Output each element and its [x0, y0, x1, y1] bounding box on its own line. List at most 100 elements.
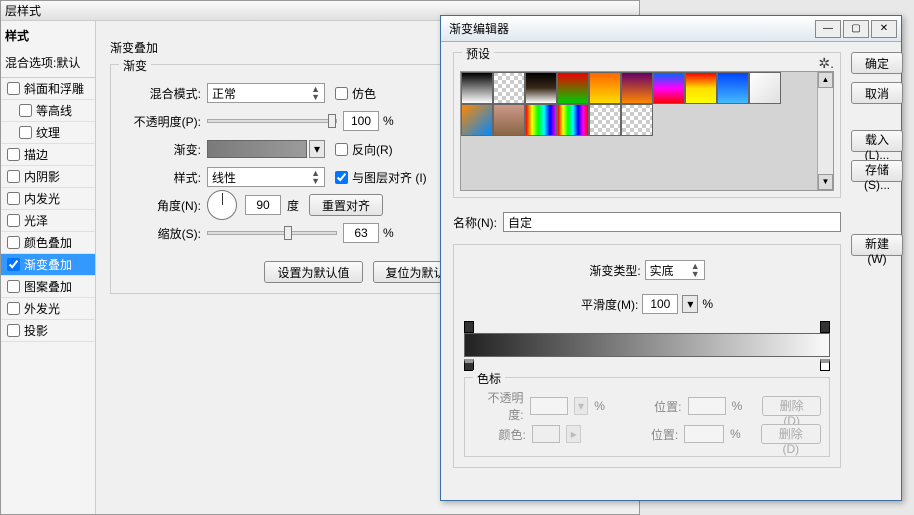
select-arrows-icon: ▲▼ — [691, 262, 700, 278]
reset-align-button[interactable]: 重置对齐 — [309, 194, 383, 216]
gradient-legend: 渐变 — [119, 57, 151, 74]
name-input[interactable] — [503, 212, 841, 232]
outer-glow-checkbox[interactable] — [7, 302, 20, 315]
preset-swatch[interactable] — [557, 104, 589, 136]
sidebar-item-pattern-overlay[interactable]: 图案叠加 — [1, 276, 95, 298]
preset-swatch[interactable] — [621, 104, 653, 136]
sidebar-blending-options[interactable]: 混合选项:默认 — [1, 50, 95, 78]
angle-input[interactable] — [245, 195, 281, 215]
scale-slider-thumb[interactable] — [284, 226, 292, 240]
preset-swatch[interactable] — [493, 72, 525, 104]
opacity-input[interactable] — [343, 111, 379, 131]
gradient-editor-title: 渐变编辑器 — [449, 20, 509, 37]
color-stop[interactable] — [820, 359, 830, 371]
blend-mode-select[interactable]: 正常▲▼ — [207, 83, 325, 103]
scroll-up-icon[interactable]: ▲ — [818, 72, 833, 88]
gear-icon[interactable]: ✲. — [818, 55, 834, 72]
gradient-dropdown-button[interactable]: ▾ — [309, 140, 325, 158]
scale-input[interactable] — [343, 223, 379, 243]
color-overlay-checkbox[interactable] — [7, 236, 20, 249]
opacity-label: 不透明度(P): — [121, 113, 201, 130]
gradient-overlay-checkbox[interactable] — [7, 258, 20, 271]
drop-shadow-checkbox[interactable] — [7, 324, 20, 337]
preset-swatch[interactable] — [589, 72, 621, 104]
opacity-slider[interactable] — [207, 119, 337, 123]
opacity-slider-thumb[interactable] — [328, 114, 336, 128]
cs-pct: % — [594, 399, 605, 413]
type-select[interactable]: 实底▲▼ — [645, 260, 705, 280]
inner-glow-checkbox[interactable] — [7, 192, 20, 205]
preset-swatch[interactable] — [461, 104, 493, 136]
scroll-down-icon[interactable]: ▼ — [818, 174, 833, 190]
cs-pct: % — [732, 399, 743, 413]
sidebar-item-satin[interactable]: 光泽 — [1, 210, 95, 232]
preset-swatch[interactable] — [525, 72, 557, 104]
satin-checkbox[interactable] — [7, 214, 20, 227]
presets-box: 预设 ✲. — [453, 52, 841, 198]
preset-swatch[interactable] — [685, 72, 717, 104]
stroke-checkbox[interactable] — [7, 148, 20, 161]
inner-shadow-checkbox[interactable] — [7, 170, 20, 183]
smooth-pct: % — [702, 297, 713, 311]
texture-checkbox[interactable] — [19, 126, 32, 139]
sidebar-item-bevel[interactable]: 斜面和浮雕 — [1, 78, 95, 100]
preset-swatch[interactable] — [557, 72, 589, 104]
preset-swatch[interactable] — [653, 72, 685, 104]
angle-unit: 度 — [287, 197, 299, 214]
cs-opacity-label: 不透明度: — [473, 389, 524, 423]
sidebar-item-color-overlay[interactable]: 颜色叠加 — [1, 232, 95, 254]
gradient-editor-titlebar[interactable]: 渐变编辑器 — ▢ ✕ — [441, 16, 901, 42]
align-checkbox-wrap[interactable]: 与图层对齐 (I) — [335, 169, 427, 186]
preset-swatch[interactable] — [621, 72, 653, 104]
sidebar-item-drop-shadow[interactable]: 投影 — [1, 320, 95, 342]
ok-button[interactable]: 确定 — [851, 52, 903, 74]
opacity-stop[interactable] — [820, 321, 830, 333]
dither-checkbox[interactable] — [335, 87, 348, 100]
scroll-track[interactable] — [818, 88, 833, 174]
set-default-button[interactable]: 设置为默认值 — [264, 261, 362, 283]
new-button[interactable]: 新建(W) — [851, 234, 903, 256]
preset-swatch[interactable] — [493, 104, 525, 136]
smooth-dropdown-button[interactable]: ▾ — [682, 295, 698, 313]
cs-delete-opacity-button: 删除(D) — [762, 396, 821, 416]
preset-swatch[interactable] — [589, 104, 621, 136]
align-checkbox[interactable] — [335, 171, 348, 184]
sidebar-item-inner-shadow[interactable]: 内阴影 — [1, 166, 95, 188]
presets-scrollbar[interactable]: ▲ ▼ — [817, 72, 833, 190]
sidebar-item-stroke[interactable]: 描边 — [1, 144, 95, 166]
sidebar-item-contour[interactable]: 等高线 — [1, 100, 95, 122]
save-button[interactable]: 存储(S)... — [851, 160, 903, 182]
preset-swatch[interactable] — [525, 104, 557, 136]
sidebar-item-gradient-overlay[interactable]: 渐变叠加 — [1, 254, 95, 276]
opacity-stop[interactable] — [464, 321, 474, 333]
blend-mode-label: 混合模式: — [121, 85, 201, 102]
reverse-checkbox-wrap[interactable]: 反向(R) — [335, 141, 393, 158]
maximize-button[interactable]: ▢ — [843, 20, 869, 38]
scale-label: 缩放(S): — [121, 225, 201, 242]
cs-color-dropdown: ▸ — [566, 425, 581, 443]
cs-opacity-input — [530, 397, 568, 415]
gradient-track[interactable] — [464, 333, 830, 357]
close-button[interactable]: ✕ — [871, 20, 897, 38]
angle-dial[interactable] — [207, 190, 237, 220]
smooth-input[interactable] — [642, 294, 678, 314]
preset-swatch[interactable] — [461, 72, 493, 104]
pattern-overlay-checkbox[interactable] — [7, 280, 20, 293]
reverse-checkbox[interactable] — [335, 143, 348, 156]
dither-checkbox-wrap[interactable]: 仿色 — [335, 85, 376, 102]
scale-slider[interactable] — [207, 231, 337, 235]
style-select[interactable]: 线性▲▼ — [207, 167, 325, 187]
styles-sidebar: 样式 混合选项:默认 斜面和浮雕 等高线 纹理 描边 内阴影 内发光 光泽 颜色… — [1, 21, 96, 514]
minimize-button[interactable]: — — [815, 20, 841, 38]
sidebar-item-inner-glow[interactable]: 内发光 — [1, 188, 95, 210]
contour-checkbox[interactable] — [19, 104, 32, 117]
cs-color-chip — [532, 425, 560, 443]
preset-swatch[interactable] — [749, 72, 781, 104]
preset-swatch[interactable] — [717, 72, 749, 104]
sidebar-item-outer-glow[interactable]: 外发光 — [1, 298, 95, 320]
bevel-checkbox[interactable] — [7, 82, 20, 95]
cancel-button[interactable]: 取消 — [851, 82, 903, 104]
sidebar-item-texture[interactable]: 纹理 — [1, 122, 95, 144]
gradient-preview[interactable] — [207, 140, 307, 158]
load-button[interactable]: 载入(L)... — [851, 130, 903, 152]
